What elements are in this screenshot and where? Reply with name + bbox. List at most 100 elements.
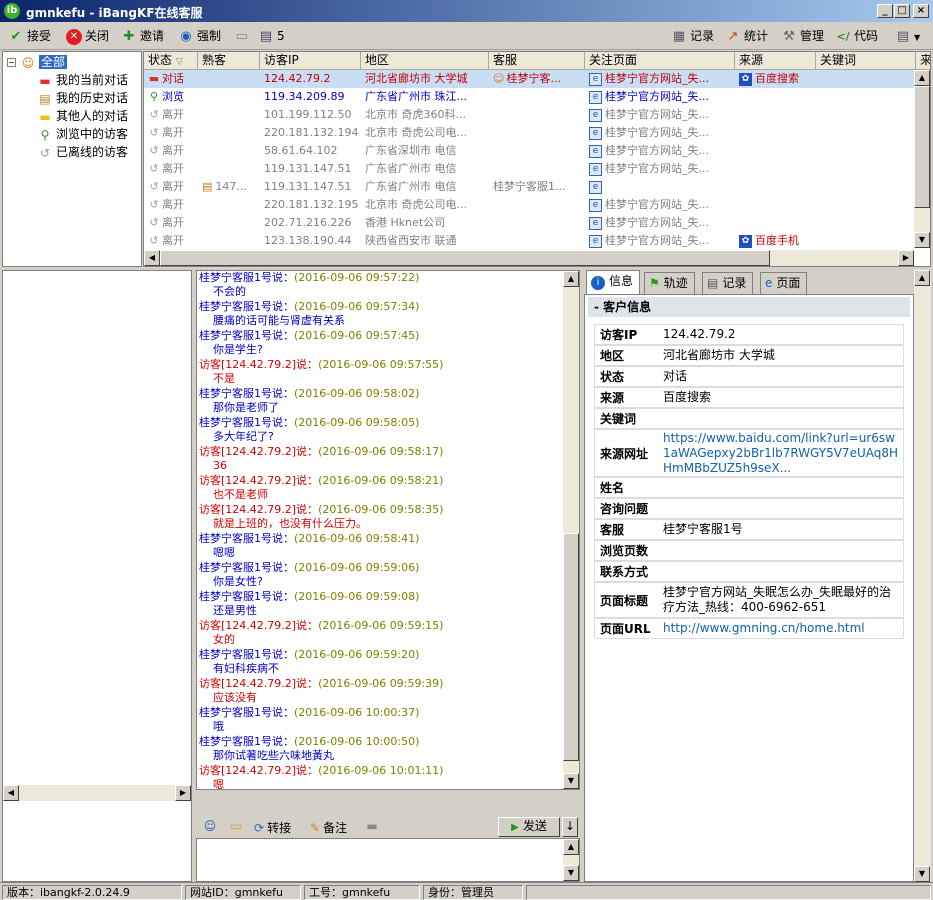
tree-item-offline[interactable]: ↺ 已离线的访客 xyxy=(37,143,128,161)
regular-cell xyxy=(198,196,260,214)
chat-scrollbar[interactable]: ▲ ▼ xyxy=(563,271,579,789)
title-bar: ib gmnkefu - iBangKF在线客服 _ □ × xyxy=(0,0,933,22)
chat-message: 桂梦宁客服1号说：(2016-09-06 10:00:50) 那你试著吃些六味地黃… xyxy=(199,735,419,764)
tree-item-browsing[interactable]: ⚲ 浏览中的访客 xyxy=(37,125,128,143)
stats-button[interactable]: ↗ 统计 xyxy=(725,27,768,45)
col-header-more[interactable]: 来 xyxy=(916,52,930,70)
scroll-down-icon[interactable]: ▼ xyxy=(563,773,579,789)
info-value[interactable]: http://www.gmning.cn/home.html xyxy=(663,619,899,638)
folder-icon[interactable]: ▭ xyxy=(228,819,244,835)
message-button[interactable]: ▭ xyxy=(234,27,253,45)
col-header-status[interactable]: 状态 ▽ xyxy=(144,52,198,70)
table-row[interactable]: ↺ 离开 58.61.64.102 广东省深圳市 电信 e 桂梦宁官方网站_失... xyxy=(144,142,914,160)
col-header-regular[interactable]: 熟客 xyxy=(198,52,260,70)
table-row[interactable]: ↺ 离开 119.131.147.51 广东省广州市 电信 e 桂梦宁官方网站_失... xyxy=(144,160,914,178)
message-input[interactable]: ▲ ▼ xyxy=(196,838,580,882)
table-row[interactable]: ↺ 离开 220.181.132.195 北京市 奇虎公司电... e 桂梦宁官方网站_失… xyxy=(144,196,914,214)
scroll-up-icon[interactable]: ▲ xyxy=(914,270,930,286)
scroll-thumb[interactable] xyxy=(914,86,930,208)
info-key: 来源 xyxy=(600,391,625,405)
vertical-scrollbar[interactable]: ▲ ▼ xyxy=(914,70,930,248)
tab-records[interactable]: ▤ 记录 xyxy=(702,272,754,294)
message-sender: 桂梦宁客服1号说： xyxy=(199,300,294,313)
info-scrollbar[interactable]: ▲ ▼ xyxy=(914,270,931,882)
customer-info-header[interactable]: - 客户信息 xyxy=(588,297,910,317)
scroll-right-icon[interactable]: ▶ xyxy=(898,250,914,266)
source-text: 百度搜索 xyxy=(755,72,799,85)
tab-page[interactable]: e 页面 xyxy=(760,272,808,294)
quick-reply-icon[interactable]: ▬ xyxy=(364,819,380,835)
status-text: 对话 xyxy=(162,72,184,85)
scroll-thumb[interactable] xyxy=(563,533,579,761)
table-row[interactable]: ↺ 离开 220.181.132.194 北京市 奇虎公司电... e 桂梦宁官方网站_失… xyxy=(144,124,914,142)
message-timestamp: (2016-09-06 09:58:41) xyxy=(294,532,420,545)
scroll-left-icon[interactable]: ◀ xyxy=(3,785,19,801)
tree-item-my-history[interactable]: ▤ 我的历史对话 xyxy=(37,89,128,107)
input-scrollbar[interactable]: ▲ ▼ xyxy=(563,839,579,881)
horizontal-scrollbar[interactable]: ◀ ▶ xyxy=(144,250,914,266)
table-row[interactable]: ↺ 离开 123.138.190.44 陕西省西安市 联通 e 桂梦宁官方网站_失... ✿… xyxy=(144,232,914,250)
collapse-icon[interactable]: − xyxy=(7,58,16,67)
agent-cell xyxy=(489,214,585,232)
tab-info[interactable]: i 信息 xyxy=(586,270,641,294)
manage-button[interactable]: ⚒ 管理 xyxy=(781,27,824,45)
scroll-up-icon[interactable]: ▲ xyxy=(563,839,579,855)
tab-label: 记录 xyxy=(722,276,747,290)
close-chat-button[interactable]: ✕ 关闭 xyxy=(66,27,109,45)
scroll-down-icon[interactable]: ▼ xyxy=(563,865,579,881)
info-value[interactable]: https://www.baidu.com/link?url=ur6sw1aWA… xyxy=(663,430,899,476)
table-row[interactable]: ↺ 离开 101.199.112.50 北京市 奇虎360科... e 桂梦宁官方网站_失… xyxy=(144,106,914,124)
table-row[interactable]: ⚲ 浏览 119.34.209.89 广东省广州市 珠江... e 桂梦宁官方网站_失..… xyxy=(144,88,914,106)
table-row[interactable]: ▬ 对话 124.42.79.2 河北省廊坊市 大学城 ☺ 桂梦宁客... e 桂梦宁官方网站… xyxy=(144,70,914,88)
close-window-button[interactable]: × xyxy=(913,4,929,18)
status-cell: ↺ 离开 xyxy=(144,214,198,232)
tree-item-others[interactable]: ▬ 其他人的对话 xyxy=(37,107,128,125)
code-button[interactable]: </ 代码 xyxy=(835,27,878,45)
message-timestamp: (2016-09-06 09:58:02) xyxy=(294,387,420,400)
col-header-agent[interactable]: 客服 xyxy=(489,52,585,70)
invite-label: 邀请 xyxy=(140,29,165,43)
status-cell: ↺ 离开 xyxy=(144,178,198,196)
agent-cell xyxy=(489,160,585,178)
col-header-keyword[interactable]: 关键词 xyxy=(816,52,916,70)
tab-track[interactable]: ⚑ 轨迹 xyxy=(644,272,695,294)
tree-root[interactable]: − ☺ 全部 xyxy=(7,53,68,71)
col-header-source[interactable]: 来源 xyxy=(735,52,816,70)
chat-message: 桂梦宁客服1号说：(2016-09-06 09:59:06) 你是女性? xyxy=(199,561,419,590)
info-value xyxy=(663,562,899,581)
chat-message: 访客[124.42.79.2]说：(2016-09-06 09:57:55) 不是 xyxy=(199,358,443,387)
horizontal-scrollbar[interactable]: ◀ ▶ xyxy=(3,785,191,801)
agent-text: 桂梦宁客服1... xyxy=(493,180,566,193)
transfer-button[interactable]: ⟳ 转接 xyxy=(254,819,291,835)
table-row[interactable]: ↺ 离开 202.71.216.226 香港 Hknet公司 e 桂梦宁官方网站_失... xyxy=(144,214,914,232)
col-header-ip[interactable]: 访客IP xyxy=(260,52,361,70)
scroll-up-icon[interactable]: ▲ xyxy=(563,271,579,287)
invite-button[interactable]: ✚ 邀请 xyxy=(121,27,164,45)
col-header-page[interactable]: 关注页面 xyxy=(585,52,735,70)
scroll-thumb[interactable] xyxy=(160,250,770,266)
more-menu-button[interactable]: ▤ ▼ xyxy=(895,27,920,45)
scroll-right-icon[interactable]: ▶ xyxy=(175,785,191,801)
agent-cell xyxy=(489,196,585,214)
col-header-region[interactable]: 地区 xyxy=(361,52,489,70)
maximize-button[interactable]: □ xyxy=(894,4,910,18)
emoji-icon[interactable]: ☺ xyxy=(202,819,218,835)
minimize-button[interactable]: _ xyxy=(877,4,893,18)
accept-button[interactable]: ✔ 接受 xyxy=(8,27,51,45)
scroll-left-icon[interactable]: ◀ xyxy=(144,250,160,266)
message-body: 嗯 xyxy=(213,778,224,790)
info-key: 关键词 xyxy=(600,412,637,426)
scroll-down-icon[interactable]: ▼ xyxy=(914,866,930,882)
dropdown-arrow-icon: ▼ xyxy=(914,33,921,42)
tree-item-my-current[interactable]: ▬ 我的当前对话 xyxy=(37,71,128,89)
scroll-down-icon[interactable]: ▼ xyxy=(914,232,930,248)
message-body: 不是 xyxy=(213,372,235,385)
records-button[interactable]: ▦ 记录 xyxy=(671,27,714,45)
force-button[interactable]: ◉ 强制 xyxy=(178,27,221,45)
send-options-button[interactable]: ↓ xyxy=(562,817,578,837)
scroll-up-icon[interactable]: ▲ xyxy=(914,70,930,86)
send-button[interactable]: ▶ 发送 xyxy=(498,817,560,837)
note-button[interactable]: ✎ 备注 xyxy=(310,819,347,835)
notification-button[interactable]: ▤ 5 xyxy=(258,27,285,45)
table-row[interactable]: ↺ 离开 ▤ 147... 119.131.147.51 广东省广州市 电信 桂梦宁客服1.… xyxy=(144,178,914,196)
